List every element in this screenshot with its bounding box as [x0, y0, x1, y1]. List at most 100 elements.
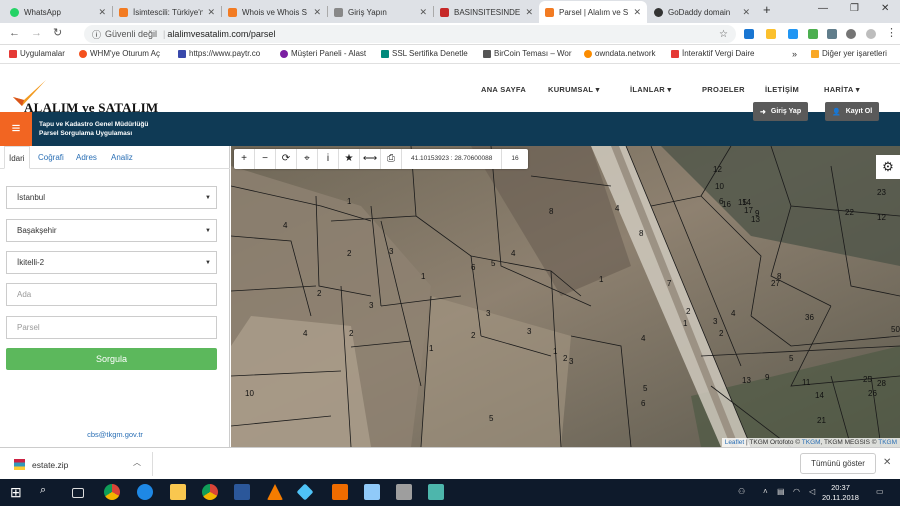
tkgm-link[interactable]: TKGM: [878, 439, 897, 446]
wifi-icon[interactable]: ◠: [793, 487, 800, 496]
parcel-number-label[interactable]: 21: [817, 416, 826, 425]
url-text[interactable]: alalimvesatalim.com/parsel: [167, 29, 275, 39]
parcel-number-label[interactable]: 12: [877, 213, 886, 222]
browser-tab[interactable]: Whois ve Whois S ✕: [222, 1, 327, 23]
parcel-number-label[interactable]: 4: [511, 249, 516, 258]
parcel-number-label[interactable]: 4: [283, 221, 288, 230]
close-tab-icon[interactable]: ✕: [207, 7, 215, 18]
parcel-number-label[interactable]: 9: [755, 209, 760, 218]
parcel-map[interactable]: 1 4 2 3 2 4 1 6 5 4 3 2 1 3 2 3 1 10 5 2 4 8 1 3 4 5 6 8 7 2 1 2 3 4 5 36 13…: [231, 146, 900, 447]
parcel-number-label[interactable]: 1: [421, 272, 426, 281]
parcel-number-label[interactable]: 2: [563, 354, 568, 363]
app-icon[interactable]: [396, 484, 412, 500]
chevron-up-icon[interactable]: ︿: [133, 457, 141, 468]
parcel-number-label[interactable]: 12: [713, 165, 722, 174]
bookmark-apps[interactable]: Uygulamalar: [9, 49, 65, 58]
parcel-number-label[interactable]: 14: [815, 391, 824, 400]
reload-icon[interactable]: ↻: [53, 28, 62, 39]
parcel-number-label[interactable]: 5: [643, 384, 648, 393]
close-icon[interactable]: ✕: [883, 457, 891, 468]
parcel-number-label[interactable]: 1: [429, 344, 434, 353]
zoom-out-button[interactable]: −: [255, 149, 276, 169]
nav-projeler[interactable]: PROJELER: [702, 85, 745, 94]
parcel-number-label[interactable]: 7: [667, 279, 672, 288]
browser-tab[interactable]: BASINSITESINDE İ ✕: [434, 1, 539, 23]
bookmark-item[interactable]: SSL Sertifika Denetle: [381, 49, 468, 58]
tab-idari[interactable]: İdari: [4, 146, 30, 169]
close-tab-icon[interactable]: ✕: [313, 7, 321, 18]
bookmark-item[interactable]: BirCoin Teması – Wor: [483, 49, 572, 58]
parcel-number-label[interactable]: 8: [639, 229, 644, 238]
contact-email-link[interactable]: cbs@tkgm.gov.tr: [0, 430, 230, 439]
extension-icon[interactable]: [744, 29, 754, 39]
parcel-number-label[interactable]: 4: [303, 329, 308, 338]
refresh-icon[interactable]: ⟳: [276, 149, 297, 169]
login-button[interactable]: ➜ Giriş Yap: [753, 102, 809, 121]
parcel-number-label[interactable]: 2: [349, 329, 354, 338]
locate-icon[interactable]: ⌖: [297, 149, 318, 169]
back-icon[interactable]: ←: [9, 28, 20, 39]
parcel-number-label[interactable]: 3: [713, 317, 718, 326]
bookmark-item[interactable]: https://www.paytr.co: [178, 49, 260, 58]
parcel-number-label[interactable]: 28: [877, 379, 886, 388]
close-tab-icon[interactable]: ✕: [419, 7, 427, 18]
parcel-number-label[interactable]: 5: [489, 414, 494, 423]
parcel-number-label[interactable]: 2: [347, 249, 352, 258]
nav-ilanlar[interactable]: İLANLAR ▾: [630, 85, 671, 94]
browser-tab[interactable]: WhatsApp ✕: [4, 1, 112, 23]
parcel-number-label[interactable]: 1: [599, 275, 604, 284]
parcel-number-label[interactable]: 3: [569, 357, 574, 366]
browser-tab[interactable]: GoDaddy domain ✕: [648, 1, 756, 23]
close-tab-icon[interactable]: ✕: [525, 7, 533, 18]
media-player-icon[interactable]: [332, 484, 348, 500]
tab-analiz[interactable]: Analiz: [111, 146, 133, 169]
zoom-in-button[interactable]: +: [234, 149, 255, 169]
parcel-number-label[interactable]: 6: [471, 263, 476, 272]
parcel-number-label[interactable]: 22: [845, 208, 854, 217]
star-icon[interactable]: ☆: [719, 29, 728, 40]
hamburger-menu-icon[interactable]: ≡: [0, 112, 32, 146]
parcel-number-label[interactable]: 2: [686, 307, 691, 316]
system-clock[interactable]: 20:37 20.11.2018: [822, 483, 859, 503]
parcel-number-label[interactable]: 8: [549, 207, 554, 216]
network-icon[interactable]: ▤: [777, 487, 785, 496]
close-window-icon[interactable]: ✕: [881, 3, 889, 14]
close-tab-icon[interactable]: ✕: [633, 7, 641, 18]
tab-adres[interactable]: Adres: [76, 146, 97, 169]
minimize-icon[interactable]: —: [818, 3, 828, 14]
app-icon[interactable]: [296, 483, 314, 501]
parcel-number-label[interactable]: 6: [641, 399, 646, 408]
extension-icon[interactable]: [766, 29, 776, 39]
nav-kurumsal[interactable]: KURUMSAL ▾: [548, 85, 600, 94]
volume-icon[interactable]: ◁: [809, 487, 815, 496]
extension-icon[interactable]: [808, 29, 818, 39]
favorite-star-icon[interactable]: ★: [339, 149, 360, 169]
satellite-map-layer[interactable]: 142 32416 54321323110524813456872123453613…: [231, 146, 900, 447]
restore-icon[interactable]: ❐: [850, 3, 859, 14]
parcel-number-label[interactable]: 2: [719, 329, 724, 338]
parcel-number-label[interactable]: 27: [771, 279, 780, 288]
neighborhood-select[interactable]: İkitelli-2 ▼: [6, 251, 217, 274]
menu-icon[interactable]: ⋮: [886, 28, 897, 39]
chrome-active-icon[interactable]: [202, 484, 218, 500]
parcel-number-label[interactable]: 26: [868, 389, 877, 398]
browser-tab-active[interactable]: Parsel | Alalım ve S ✕: [539, 1, 647, 23]
parcel-number-label[interactable]: 14: [742, 198, 751, 207]
parcel-number-label[interactable]: 10: [245, 389, 254, 398]
app-icon[interactable]: [364, 484, 380, 500]
gear-icon[interactable]: ⚙: [876, 155, 900, 179]
province-select[interactable]: İstanbul ▼: [6, 186, 217, 209]
parcel-number-label[interactable]: 3: [527, 327, 532, 336]
bookmark-item[interactable]: Müşteri Paneli - Alast: [280, 49, 366, 58]
parcel-number-label[interactable]: 10: [715, 182, 724, 191]
register-button[interactable]: 👤 Kayıt Ol: [825, 102, 880, 121]
nav-harita[interactable]: HARİTA ▾: [824, 85, 860, 94]
parcel-number-label[interactable]: 2: [317, 289, 322, 298]
profile-avatar[interactable]: [866, 29, 876, 39]
edge-icon[interactable]: [137, 484, 153, 500]
bookmark-item[interactable]: owndata.network: [584, 49, 655, 58]
measure-icon[interactable]: ⟷: [360, 149, 381, 169]
bookmarks-overflow-button[interactable]: »: [792, 49, 797, 59]
parcel-number-label[interactable]: 3: [369, 301, 374, 310]
show-all-downloads-button[interactable]: Tümünü göster: [800, 453, 876, 474]
